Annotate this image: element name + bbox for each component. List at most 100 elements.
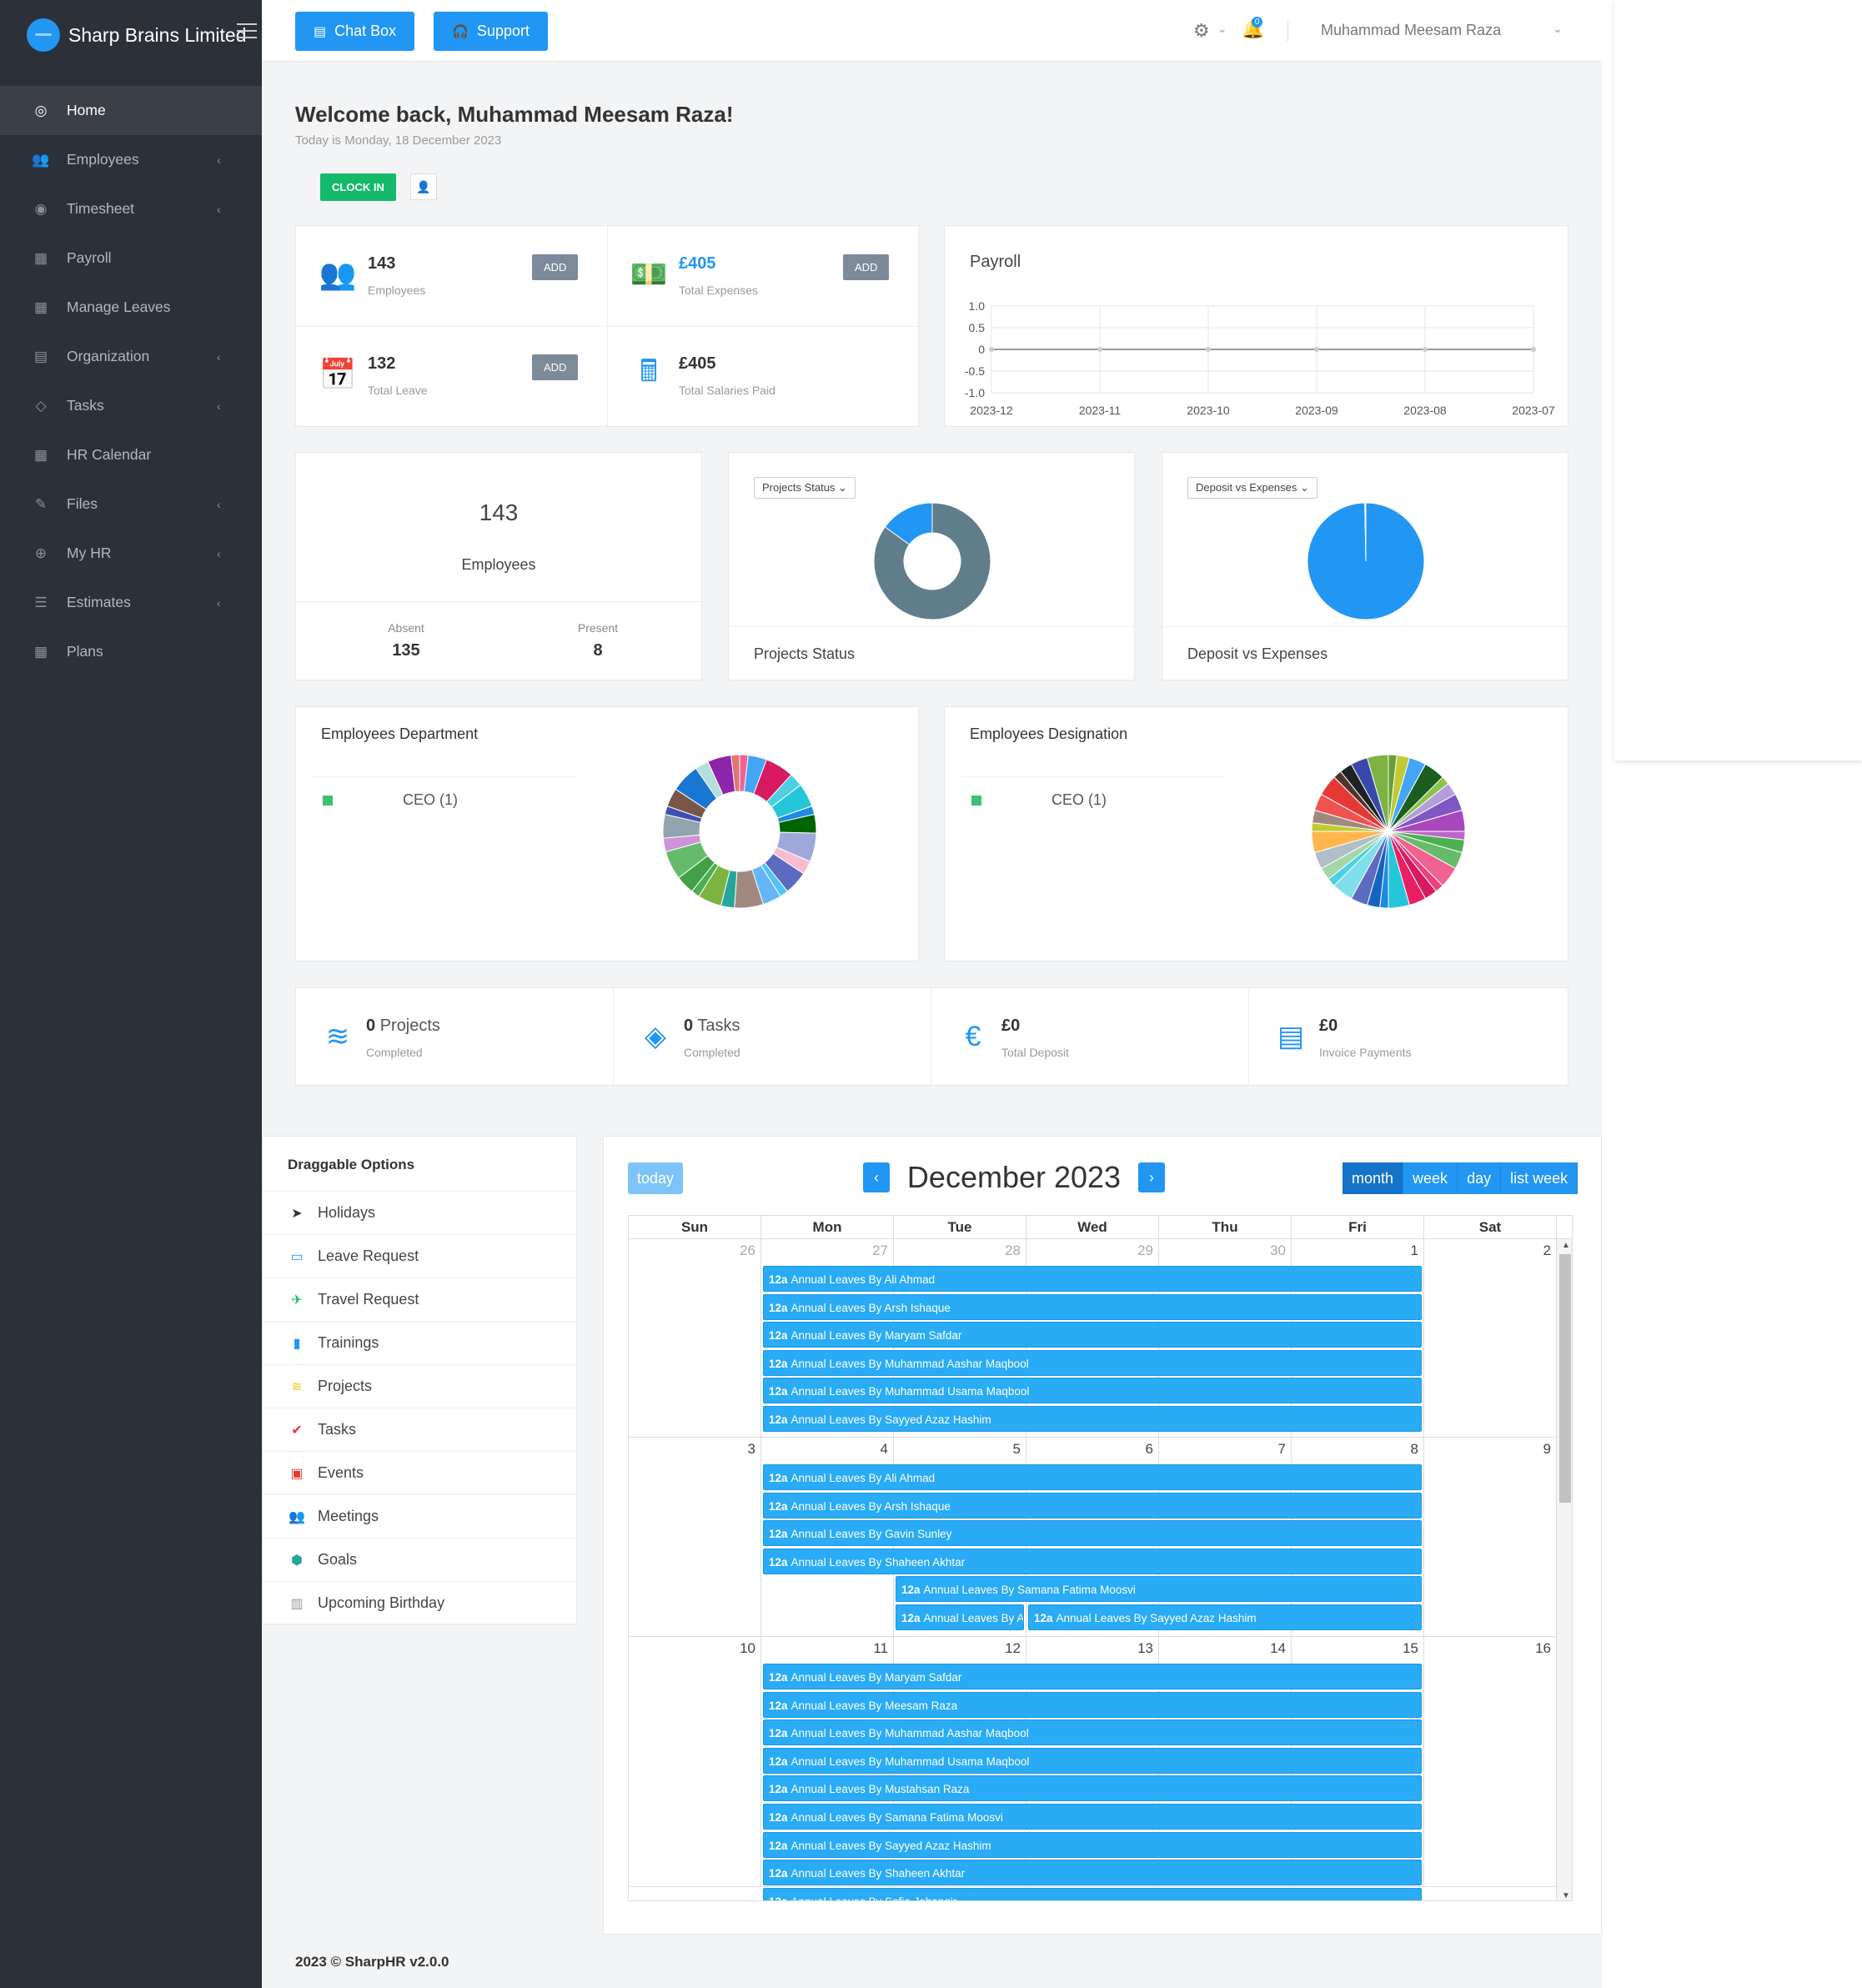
calendar-event[interactable]: 12a Annual Leaves By Samana Fatima Moosvi [896, 1576, 1422, 1603]
calendar-event[interactable]: 12a Annual Leaves By Muhammad Usama Maqbo… [763, 1378, 1422, 1404]
menu-toggle-icon[interactable] [237, 23, 257, 38]
stat-employees: 👥 143 Employees ADD [296, 226, 607, 325]
draggable-tasks[interactable]: ✔ Tasks [263, 1408, 576, 1451]
payroll-point[interactable] [1097, 347, 1102, 352]
day-number: 26 [740, 1242, 755, 1258]
calendar-event[interactable]: 12a Annual Leaves By Arsh Ishaque [763, 1293, 1422, 1320]
calendar-event[interactable]: 12aAnnual Leaves By Amna Batool [896, 1604, 1024, 1630]
draggable-upcoming-birthday[interactable]: ▥ Upcoming Birthday [263, 1581, 576, 1624]
sidebar-item-manage-leaves[interactable]: ▦ Manage Leaves [0, 283, 262, 332]
calendar-event[interactable]: 12a Annual Leaves By Sayyed Azaz Hashim [1028, 1604, 1422, 1630]
event-title: Annual Leaves By Sayyed Azaz Hashim [790, 1413, 991, 1426]
view-day-button[interactable]: day [1458, 1162, 1502, 1194]
calendar-day-cell[interactable]: 16 [1424, 1637, 1557, 1886]
sidebar-item-hr-calendar[interactable]: ▦ HR Calendar [0, 430, 262, 479]
event-title: Annual Leaves By Shaheen Akhtar [790, 1555, 966, 1569]
payroll-point[interactable] [1314, 347, 1319, 352]
sidebar-item-employees[interactable]: 👥 Employees ‹ [0, 135, 262, 184]
scrollbar-thumb[interactable] [1559, 1254, 1571, 1503]
chevron-down-icon[interactable]: ⌄ [1217, 22, 1227, 36]
calendar-scrollbar[interactable]: ▲ ▼ [1556, 1239, 1572, 1900]
sidebar-item-estimates[interactable]: ☰ Estimates ‹ [0, 578, 262, 627]
calendar-event[interactable]: 12a Annual Leaves By Muhammad Aashar Maqb… [763, 1349, 1422, 1376]
settings-gear-icon[interactable]: ⚙ [1193, 20, 1210, 42]
calendar-event[interactable]: 12a Annual Leaves By Maryam Safdar [763, 1664, 1422, 1689]
employees-summary-card: 143 Employees Absent 135 Present 8 [295, 452, 702, 680]
draggable-travel-request[interactable]: ✈ Travel Request [263, 1278, 576, 1321]
chat-box-button[interactable]: ▤ Chat Box [295, 12, 415, 51]
add-button[interactable]: ADD [532, 354, 579, 380]
calendar-event[interactable]: 12aAnnual Leaves By Sofia Jehangir [763, 1887, 1422, 1900]
draggable-holidays[interactable]: ➤ Holidays [263, 1191, 576, 1234]
calendar-event[interactable]: 12a Annual Leaves By Maryam Safdar [763, 1322, 1422, 1348]
calendar-day-cell[interactable]: 26 [629, 1239, 761, 1437]
event-time: 12a [901, 1584, 921, 1597]
calendar-event[interactable]: 12a Annual Leaves By Muhammad Aashar Maqb… [763, 1719, 1422, 1746]
calendar-day-cell[interactable]: 9 [1424, 1438, 1557, 1636]
chevron-left-icon[interactable]: ‹ [863, 1162, 890, 1192]
calendar-event[interactable]: 12a Annual Leaves By Ali Ahmad [763, 1266, 1422, 1292]
user-menu[interactable]: Muhammad Meesam Raza [1321, 22, 1501, 39]
scroll-up-icon[interactable]: ▲ [1562, 1241, 1570, 1250]
event-time: 12a [769, 1472, 788, 1484]
draggable-events[interactable]: ▣ Events [263, 1451, 576, 1494]
calendar-event[interactable]: 12a Annual Leaves By Arsh Ishaque [763, 1492, 1422, 1519]
support-button[interactable]: 🎧 Support [434, 12, 548, 51]
calendar-event[interactable]: 12a Annual Leaves By Sayyed Azaz Hashim [763, 1406, 1422, 1432]
notification-badge: 0 [1252, 17, 1262, 28]
calendar-event[interactable]: 12a Annual Leaves By Shaheen Akhtar [763, 1548, 1422, 1574]
calendar-today-button[interactable]: today [628, 1162, 683, 1194]
calendar-event[interactable]: 12a Annual Leaves By Samana Fatima Moosvi [763, 1804, 1422, 1830]
calendar-event-icon: ▣ [290, 1466, 304, 1481]
payroll-point[interactable] [1423, 347, 1428, 352]
draggable-trainings[interactable]: ▮ Trainings [263, 1321, 576, 1364]
payroll-point[interactable] [989, 347, 994, 352]
calendar-event[interactable]: 12a Annual Leaves By Muhammad Usama Maqbo… [763, 1747, 1422, 1774]
day-number: 9 [1543, 1441, 1551, 1457]
calendar-event[interactable]: 12a Annual Leaves By Shaheen Akhtar [763, 1860, 1422, 1886]
calendar-day-cell[interactable]: 2 [1424, 1239, 1557, 1437]
chevron-right-icon[interactable]: › [1138, 1162, 1165, 1192]
payroll-point[interactable] [1531, 347, 1536, 352]
summary-number: 0 [684, 1017, 694, 1035]
sidebar-item-files[interactable]: ✎ Files ‹ [0, 479, 262, 529]
sidebar-item-home[interactable]: ◎ Home [0, 86, 262, 135]
building-icon: ▤ [33, 348, 48, 364]
sidebar-item-timesheet[interactable]: ◉ Timesheet ‹ [0, 184, 262, 233]
clock-in-button[interactable]: CLOCK IN [320, 173, 396, 201]
sidebar-item-tasks[interactable]: ◇ Tasks ‹ [0, 381, 262, 430]
sidebar-item-payroll[interactable]: ▦ Payroll [0, 233, 262, 283]
scroll-down-icon[interactable]: ▼ [1562, 1891, 1570, 1900]
sidebar-item-organization[interactable]: ▤ Organization ‹ [0, 332, 262, 381]
view-week-button[interactable]: week [1403, 1162, 1458, 1194]
calendar-event[interactable]: 12a Annual Leaves By Meesam Raza [763, 1691, 1422, 1718]
brand[interactable]: Sharp Brains Limited [27, 17, 247, 53]
draggable-meetings[interactable]: 👥 Meetings [263, 1494, 576, 1538]
draggable-leave-request[interactable]: ▭ Leave Request [263, 1234, 576, 1278]
day-number: 30 [1270, 1242, 1286, 1258]
draggable-projects[interactable]: ≋ Projects [263, 1364, 576, 1408]
view-month-button[interactable]: month [1343, 1162, 1404, 1194]
calendar-event[interactable]: 12a Annual Leaves By Sayyed Azaz Hashim [763, 1831, 1422, 1858]
calendar-day-cell[interactable]: 3 [629, 1438, 761, 1636]
tasks-diamond-icon: ◈ [644, 1021, 667, 1052]
calendar-event[interactable]: 12a Annual Leaves By Gavin Sunley [763, 1520, 1422, 1547]
calendar-event[interactable]: 12a Annual Leaves By Ali Ahmad [763, 1464, 1422, 1490]
calendar-day-cell[interactable]: 10 [629, 1637, 761, 1886]
user-settings-icon[interactable]: 👤 [410, 173, 437, 200]
sidebar-item-my-hr[interactable]: ⊕ My HR ‹ [0, 529, 262, 578]
view-list-week-button[interactable]: list week [1501, 1162, 1578, 1194]
event-time: 12a [769, 1895, 788, 1900]
sidebar-item-label: Estimates [67, 594, 131, 610]
user-chevron-down-icon[interactable]: ⌄ [1553, 22, 1563, 36]
add-button[interactable]: ADD [843, 254, 890, 280]
checklist-icon: ✔ [291, 1423, 303, 1438]
add-button[interactable]: ADD [532, 254, 579, 280]
event-time: 12a [769, 1755, 788, 1768]
draggable-goals[interactable]: ⬢ Goals [263, 1538, 576, 1581]
calendar-event[interactable]: 12a Annual Leaves By Mustahsan Raza [763, 1775, 1422, 1802]
deposit-expenses-title: Deposit vs Expenses [1187, 645, 1328, 662]
summary-label: Total Deposit [1001, 1046, 1069, 1059]
payroll-point[interactable] [1206, 347, 1211, 352]
sidebar-item-plans[interactable]: ▦ Plans [0, 627, 262, 676]
